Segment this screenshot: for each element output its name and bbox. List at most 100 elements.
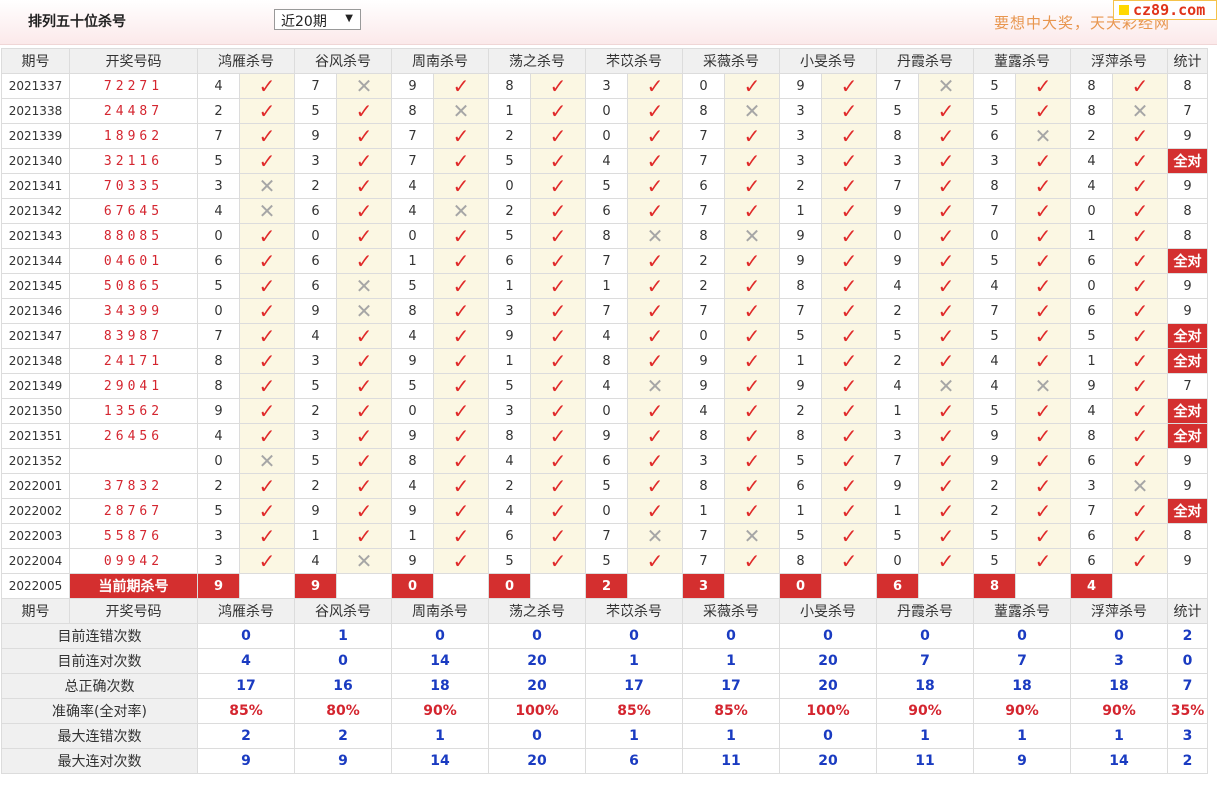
check-icon: ✓ bbox=[1131, 398, 1149, 423]
summary-value: 0 bbox=[779, 623, 877, 649]
kill-number-cell: 3 bbox=[294, 148, 337, 174]
period-range-value: 近20期 bbox=[281, 14, 327, 30]
cross-icon: ✕ bbox=[646, 223, 664, 248]
check-icon: ✓ bbox=[646, 248, 664, 273]
summary-value: 3 bbox=[1070, 648, 1168, 674]
check-icon: ✓ bbox=[549, 473, 567, 498]
check-icon: ✓ bbox=[258, 548, 276, 573]
summary-value: 0 bbox=[1070, 623, 1168, 649]
summary-label: 准确率(全对率) bbox=[1, 698, 198, 724]
kill-number-cell: 3 bbox=[779, 148, 822, 174]
kill-number-cell: 4 bbox=[1070, 148, 1113, 174]
kill-number-cell: 7 bbox=[682, 123, 725, 149]
kill-number-cell: 5 bbox=[779, 323, 822, 349]
kill-number-cell: 8 bbox=[779, 548, 822, 574]
result-cell: ✓ bbox=[433, 298, 489, 324]
check-icon: ✓ bbox=[937, 323, 955, 348]
cross-icon: ✕ bbox=[258, 198, 276, 223]
result-cell: ✓ bbox=[918, 223, 974, 249]
kill-number-cell: 6 bbox=[973, 123, 1016, 149]
period-cell: 2021346 bbox=[1, 298, 70, 324]
kill-number-cell: 1 bbox=[682, 498, 725, 524]
result-cell: ✓ bbox=[918, 248, 974, 274]
summary-value: 90% bbox=[1070, 698, 1168, 724]
cross-icon: ✕ bbox=[355, 73, 373, 98]
kill-number-cell: 7 bbox=[682, 198, 725, 224]
kill-number-cell: 2 bbox=[779, 398, 822, 424]
summary-label: 目前连错次数 bbox=[1, 623, 198, 649]
summary-row: 目前连错次数 0 1 0 0 0 0 0 0 0 0 2 bbox=[1, 623, 1208, 649]
period-cell: 2022001 bbox=[1, 473, 70, 499]
empty-cell bbox=[239, 573, 295, 599]
kill-number-cell: 0 bbox=[197, 448, 240, 474]
kill-number-cell: 4 bbox=[973, 348, 1016, 374]
result-cell: ✓ bbox=[433, 323, 489, 349]
summary-value: 0 bbox=[488, 723, 586, 749]
site-logo[interactable]: cz89.com bbox=[1113, 0, 1217, 20]
result-cell: ✕ bbox=[918, 73, 974, 99]
kill-number-cell: 7 bbox=[876, 73, 919, 99]
kill-number-cell: 3 bbox=[488, 298, 531, 324]
table-row: 2021342 67645 4 ✕ 6 ✓ 4 ✕ 2 ✓ 6 ✓ 7 ✓ 1 ✓ 9 ✓ 7 ✓ 0 ✓ 8 bbox=[1, 198, 1208, 224]
kill-number-cell: 3 bbox=[197, 173, 240, 199]
draw-numbers-cell: 18962 bbox=[69, 123, 198, 149]
result-cell: ✓ bbox=[918, 523, 974, 549]
result-cell: ✓ bbox=[821, 248, 877, 274]
kill-number-cell: 6 bbox=[1070, 523, 1113, 549]
summary-value: 1 bbox=[682, 723, 780, 749]
summary-row: 目前连对次数 4 0 14 20 1 1 20 7 7 3 0 bbox=[1, 648, 1208, 674]
check-icon: ✓ bbox=[840, 423, 858, 448]
result-cell: ✓ bbox=[530, 448, 586, 474]
empty-cell bbox=[1015, 573, 1071, 599]
result-cell: ✓ bbox=[1015, 98, 1071, 124]
summary-value: 90% bbox=[973, 698, 1071, 724]
table-row: 2021352 0 ✕ 5 ✓ 8 ✓ 4 ✓ 6 ✓ 3 ✓ 5 ✓ 7 ✓ 9 ✓ 6 ✓ 9 bbox=[1, 448, 1208, 474]
empty-cell bbox=[530, 573, 586, 599]
kill-number-cell: 9 bbox=[973, 423, 1016, 449]
result-cell: ✓ bbox=[724, 73, 780, 99]
kill-number-cell: 5 bbox=[197, 273, 240, 299]
summary-value: 18 bbox=[391, 673, 489, 699]
kill-number-cell: 4 bbox=[585, 323, 628, 349]
result-cell: ✓ bbox=[239, 273, 295, 299]
result-cell: ✓ bbox=[627, 248, 683, 274]
kill-number-cell: 7 bbox=[682, 298, 725, 324]
check-icon: ✓ bbox=[743, 273, 761, 298]
kill-number-cell: 9 bbox=[391, 423, 434, 449]
kill-number-cell: 8 bbox=[682, 223, 725, 249]
draw-numbers-cell: 72271 bbox=[69, 73, 198, 99]
result-cell: ✓ bbox=[821, 198, 877, 224]
kill-number-cell: 0 bbox=[391, 398, 434, 424]
stat-cell: 7 bbox=[1167, 98, 1208, 124]
result-cell: ✓ bbox=[433, 148, 489, 174]
kill-number-cell: 9 bbox=[197, 398, 240, 424]
page-title: 排列五十位杀号 bbox=[28, 14, 126, 30]
stat-cell: 8 bbox=[1167, 223, 1208, 249]
check-icon: ✓ bbox=[1131, 298, 1149, 323]
result-cell: ✓ bbox=[336, 323, 392, 349]
check-icon: ✓ bbox=[452, 423, 470, 448]
logo-square-icon bbox=[1119, 5, 1129, 15]
period-range-select[interactable]: 近20期 ▼ bbox=[274, 9, 361, 30]
result-cell: ✓ bbox=[724, 198, 780, 224]
result-cell: ✓ bbox=[433, 223, 489, 249]
kill-number-cell: 9 bbox=[294, 123, 337, 149]
result-cell: ✓ bbox=[724, 323, 780, 349]
kill-number-cell: 7 bbox=[197, 323, 240, 349]
kill-number-cell: 4 bbox=[876, 273, 919, 299]
check-icon: ✓ bbox=[355, 423, 373, 448]
check-icon: ✓ bbox=[937, 173, 955, 198]
check-icon: ✓ bbox=[549, 298, 567, 323]
kill-number-cell: 3 bbox=[585, 73, 628, 99]
check-icon: ✓ bbox=[258, 498, 276, 523]
kill-number-cell: 7 bbox=[294, 73, 337, 99]
check-icon: ✓ bbox=[840, 373, 858, 398]
result-cell: ✓ bbox=[724, 398, 780, 424]
kill-number-cell: 4 bbox=[876, 373, 919, 399]
kill-number-cell: 6 bbox=[1070, 248, 1113, 274]
kill-number-cell: 4 bbox=[488, 498, 531, 524]
kill-number-cell: 6 bbox=[488, 523, 531, 549]
kill-number-cell: 4 bbox=[391, 323, 434, 349]
check-icon: ✓ bbox=[549, 198, 567, 223]
kill-number-cell: 4 bbox=[294, 548, 337, 574]
